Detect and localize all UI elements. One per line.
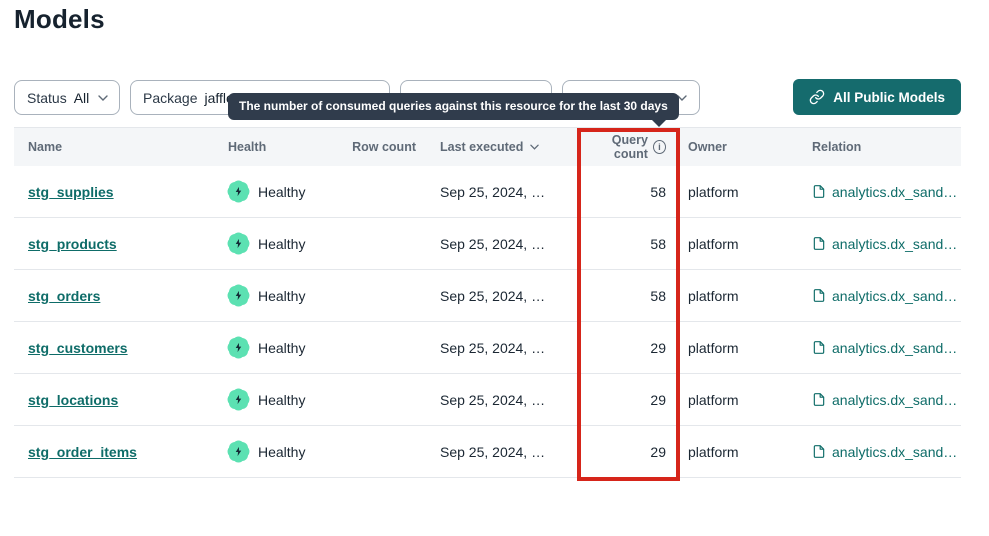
relation-link[interactable]: analytics.dx_sand… xyxy=(832,392,957,408)
owner-cell: platform xyxy=(680,184,804,200)
file-icon xyxy=(812,184,826,199)
info-icon[interactable]: i xyxy=(653,140,666,154)
health-status-label: Healthy xyxy=(258,288,305,304)
query-count-cell: 58 xyxy=(580,288,680,304)
page-title: Models xyxy=(14,4,105,35)
owner-cell: platform xyxy=(680,236,804,252)
owner-cell: platform xyxy=(680,392,804,408)
owner-cell: platform xyxy=(680,288,804,304)
health-status-label: Healthy xyxy=(258,392,305,408)
health-status-label: Healthy xyxy=(258,340,305,356)
owner-cell: platform xyxy=(680,444,804,460)
status-filter-value: All xyxy=(74,90,90,106)
column-header-last-executed[interactable]: Last executed xyxy=(426,140,580,154)
file-icon xyxy=(812,340,826,355)
status-filter-dropdown[interactable]: Status All xyxy=(14,80,120,115)
owner-cell: platform xyxy=(680,340,804,356)
table-row: stg_supplies Healthy Sep 25, 2024, … 58 … xyxy=(14,166,961,218)
query-count-cell: 58 xyxy=(580,236,680,252)
column-header-query-count[interactable]: Query count i xyxy=(580,133,680,161)
health-status-label: Healthy xyxy=(258,444,305,460)
package-filter-label: Package xyxy=(143,90,197,106)
table-row: stg_customers Healthy Sep 25, 2024, … 29… xyxy=(14,322,961,374)
all-public-models-button[interactable]: All Public Models xyxy=(793,79,961,115)
status-filter-label: Status xyxy=(27,90,67,106)
model-link[interactable]: stg_customers xyxy=(28,340,128,356)
last-executed-cell: Sep 25, 2024, … xyxy=(426,288,580,304)
models-table: Name Health Row count Last executed Quer… xyxy=(14,127,961,478)
model-link[interactable]: stg_locations xyxy=(28,392,118,408)
query-count-cell: 58 xyxy=(580,184,680,200)
relation-link[interactable]: analytics.dx_sand… xyxy=(832,340,957,356)
link-icon xyxy=(809,89,825,105)
relation-link[interactable]: analytics.dx_sand… xyxy=(832,236,957,252)
query-count-cell: 29 xyxy=(580,340,680,356)
query-count-cell: 29 xyxy=(580,392,680,408)
last-executed-cell: Sep 25, 2024, … xyxy=(426,184,580,200)
relation-link[interactable]: analytics.dx_sand… xyxy=(832,444,957,460)
query-count-cell: 29 xyxy=(580,444,680,460)
health-badge-icon xyxy=(228,233,249,254)
tooltip-arrow xyxy=(651,119,667,127)
table-row: stg_order_items Healthy Sep 25, 2024, … … xyxy=(14,426,961,478)
table-row: stg_orders Healthy Sep 25, 2024, … 58 pl… xyxy=(14,270,961,322)
chevron-down-icon xyxy=(98,95,108,101)
health-badge-icon xyxy=(228,441,249,462)
table-row: stg_locations Healthy Sep 25, 2024, … 29… xyxy=(14,374,961,426)
relation-link[interactable]: analytics.dx_sand… xyxy=(832,184,957,200)
file-icon xyxy=(812,444,826,459)
table-row: stg_products Healthy Sep 25, 2024, … 58 … xyxy=(14,218,961,270)
model-link[interactable]: stg_products xyxy=(28,236,117,252)
last-executed-cell: Sep 25, 2024, … xyxy=(426,392,580,408)
column-header-health[interactable]: Health xyxy=(228,140,348,154)
health-badge-icon xyxy=(228,285,249,306)
column-header-relation[interactable]: Relation xyxy=(804,140,961,154)
query-count-tooltip: The number of consumed queries against t… xyxy=(228,93,679,120)
column-header-last-executed-label: Last executed xyxy=(440,140,523,154)
health-badge-icon xyxy=(228,389,249,410)
column-header-name[interactable]: Name xyxy=(14,140,228,154)
last-executed-cell: Sep 25, 2024, … xyxy=(426,444,580,460)
file-icon xyxy=(812,288,826,303)
tooltip-text: The number of consumed queries against t… xyxy=(239,99,668,113)
health-badge-icon xyxy=(228,337,249,358)
health-status-label: Healthy xyxy=(258,184,305,200)
last-executed-cell: Sep 25, 2024, … xyxy=(426,236,580,252)
health-badge-icon xyxy=(228,181,249,202)
model-link[interactable]: stg_supplies xyxy=(28,184,114,200)
file-icon xyxy=(812,236,826,251)
model-link[interactable]: stg_order_items xyxy=(28,444,137,460)
column-header-owner[interactable]: Owner xyxy=(680,140,804,154)
all-public-models-label: All Public Models xyxy=(833,90,945,105)
column-header-query-count-label: Query count xyxy=(580,133,648,161)
table-header-row: Name Health Row count Last executed Quer… xyxy=(14,128,961,166)
last-executed-cell: Sep 25, 2024, … xyxy=(426,340,580,356)
health-status-label: Healthy xyxy=(258,236,305,252)
sort-chevron-down-icon xyxy=(530,144,539,150)
column-header-row-count[interactable]: Row count xyxy=(348,140,426,154)
model-link[interactable]: stg_orders xyxy=(28,288,100,304)
relation-link[interactable]: analytics.dx_sand… xyxy=(832,288,957,304)
file-icon xyxy=(812,392,826,407)
